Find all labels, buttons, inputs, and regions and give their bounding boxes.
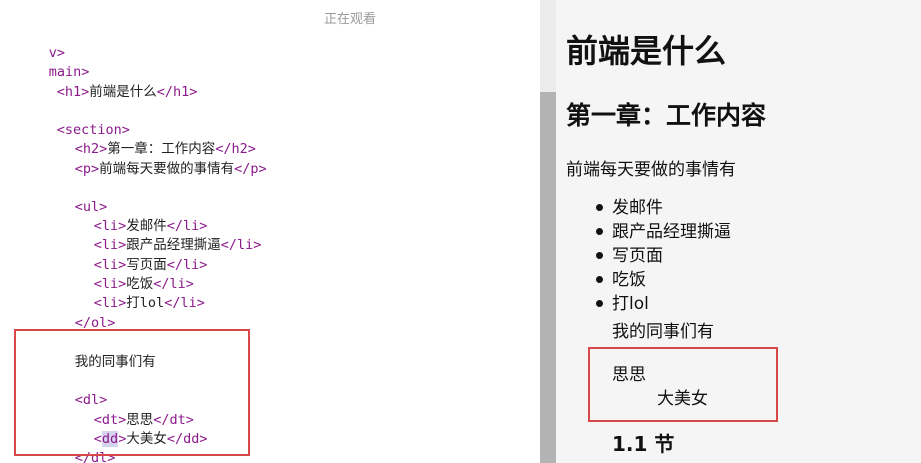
preview-highlight-box	[588, 347, 778, 422]
code-tag: </li>	[164, 295, 205, 311]
code-line: <section>	[8, 102, 130, 138]
code-tag: </p>	[234, 161, 267, 177]
preview-h3: 1.1 节	[612, 432, 675, 456]
code-tag: </h1>	[156, 84, 198, 100]
code-line: <li>吃饭</li>	[45, 256, 194, 292]
bullet-icon	[596, 276, 603, 283]
preview-list-item: 发邮件	[612, 198, 663, 218]
code-line: <h1>前端是什么</h1>	[8, 64, 198, 100]
bullet-icon	[596, 204, 603, 211]
bullet-icon	[596, 252, 603, 259]
code-line: </ol>	[26, 295, 116, 331]
preview-h2: 第一章：工作内容	[566, 101, 767, 130]
screen: v> main> <h1>前端是什么</h1> <section> <h2>第一…	[0, 0, 921, 463]
preview-list-item: 吃饭	[612, 270, 646, 290]
viewing-status-label: 正在观看	[323, 12, 376, 27]
code-text: 前端是什么	[89, 84, 157, 100]
code-line: <ul>	[26, 179, 108, 215]
code-text: 打lol	[126, 295, 165, 311]
code-line: <li>跟产品经理撕逼</li>	[45, 217, 262, 253]
code-line: <li>发邮件</li>	[45, 198, 208, 234]
code-tag: <p>	[74, 161, 100, 177]
preview-h1: 前端是什么	[566, 32, 727, 70]
code-line: <p>前端每天要做的事情有</p>	[26, 141, 267, 177]
preview-paragraph: 前端每天要做的事情有	[566, 160, 736, 180]
code-line: main>	[0, 44, 90, 80]
preview-list-item: 打lol	[612, 294, 649, 314]
code-editor[interactable]: v> main> <h1>前端是什么</h1> <section> <h2>第一…	[0, 0, 540, 463]
code-line: <li>打lol</li>	[45, 275, 205, 311]
code-line: v>	[0, 25, 65, 61]
bullet-icon	[596, 228, 603, 235]
bullet-icon	[596, 300, 603, 307]
code-line: <h2>第一章：工作内容</h2>	[26, 121, 256, 157]
code-text: 前端每天要做的事情有	[99, 161, 235, 177]
preview-list-item: 跟产品经理撕逼	[612, 222, 731, 242]
code-highlight-box	[14, 329, 250, 456]
preview-list-item: 写页面	[612, 246, 663, 266]
code-tag: </li>	[220, 237, 262, 253]
code-tag: <h1>	[56, 84, 90, 100]
editor-scrollbar-thumb[interactable]	[540, 92, 556, 463]
code-line: <li>写页面</li>	[45, 237, 208, 273]
browser-preview: 前端是什么 第一章：工作内容 前端每天要做的事情有 发邮件 跟产品经理撕逼 写页…	[556, 0, 921, 463]
preview-colleagues-text: 我的同事们有	[612, 322, 714, 342]
